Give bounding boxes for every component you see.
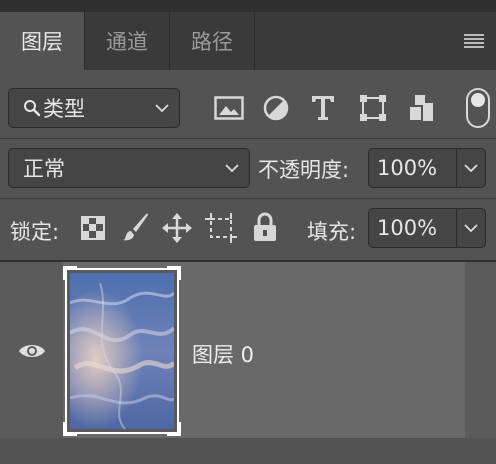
tab-layers-label: 图层	[21, 30, 63, 54]
adjustment-filter-icon[interactable]	[259, 93, 293, 123]
lock-transparent-pixels-icon[interactable]	[76, 213, 110, 243]
blend-mode-select[interactable]: 正常	[8, 148, 250, 188]
opacity-field[interactable]: 100%	[368, 148, 486, 188]
filter-kind-label: 类型	[43, 97, 85, 121]
shape-filter-icon[interactable]	[356, 93, 390, 123]
tab-channels-label: 通道	[106, 30, 148, 54]
lock-all-icon[interactable]	[248, 212, 282, 242]
tab-layers[interactable]: 图层	[0, 12, 84, 70]
fill-field[interactable]: 100%	[368, 208, 486, 248]
lock-image-pixels-icon[interactable]	[118, 212, 152, 242]
fill-dropdown-button[interactable]	[455, 209, 485, 247]
filter-toggle-knob	[471, 93, 485, 107]
panel-bottom-area	[0, 438, 496, 464]
fill-value: 100%	[377, 216, 438, 240]
tab-channels[interactable]: 通道	[85, 12, 169, 70]
opacity-dropdown-button[interactable]	[455, 149, 485, 187]
image-filter-icon[interactable]	[212, 93, 246, 123]
fill-label: 填充:	[307, 220, 357, 244]
tab-paths[interactable]: 路径	[170, 12, 254, 70]
panel-menu-icon[interactable]	[464, 33, 484, 48]
opacity-label: 不透明度:	[258, 158, 350, 182]
chevron-down-icon	[464, 223, 478, 232]
type-filter-icon[interactable]	[306, 93, 340, 123]
blend-mode-value: 正常	[23, 157, 65, 181]
smart-object-filter-icon[interactable]	[404, 93, 438, 123]
opacity-value: 100%	[377, 156, 438, 180]
row-divider	[0, 138, 496, 139]
panel-top-strip	[0, 0, 496, 12]
filter-kind-select[interactable]: 类型	[8, 88, 180, 128]
search-icon	[24, 100, 41, 117]
filter-toggle-switch[interactable]	[466, 88, 490, 128]
tab-separator	[254, 12, 255, 70]
layer-name[interactable]: 图层 0	[192, 339, 254, 369]
row-divider	[0, 198, 496, 199]
chevron-down-icon	[225, 163, 239, 172]
lock-label: 锁定:	[10, 220, 60, 244]
layer-thumbnail[interactable]	[70, 273, 174, 429]
lock-artboard-icon[interactable]	[204, 213, 238, 243]
chevron-down-icon	[155, 103, 169, 112]
lock-position-icon[interactable]	[160, 213, 194, 243]
eye-icon[interactable]	[18, 342, 46, 360]
tab-paths-label: 路径	[191, 30, 233, 54]
chevron-down-icon	[464, 163, 478, 172]
